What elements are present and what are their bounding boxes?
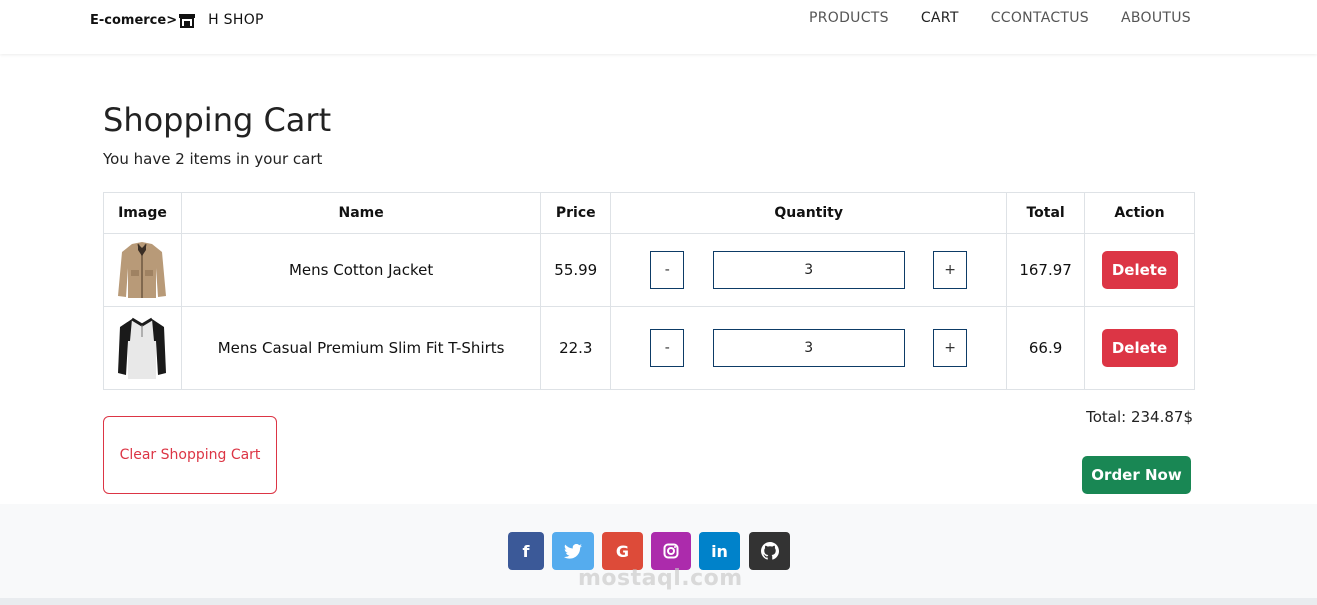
action-cell: Delete	[1084, 306, 1195, 390]
tshirt-image	[118, 317, 167, 379]
header-image: Image	[103, 192, 182, 234]
nav-products[interactable]: PRODUCTS	[809, 10, 889, 26]
cart-table: Image Name Price Quantity Total Action M…	[103, 192, 1195, 390]
shop-name: H SHOP	[208, 12, 264, 28]
header-price: Price	[540, 192, 612, 234]
quantity-stepper: - +	[611, 329, 1006, 367]
facebook-icon[interactable]: f	[508, 532, 544, 570]
navbar: E-comerce> H SHOP PRODUCTS CART CCONTACT…	[0, 0, 1317, 54]
clear-cart-button[interactable]: Clear Shopping Cart	[103, 416, 277, 494]
store-icon	[178, 12, 196, 28]
header-total: Total	[1006, 192, 1086, 234]
jacket-image	[118, 242, 167, 298]
product-image-cell	[103, 306, 182, 390]
watermark: mostaql.com	[578, 566, 743, 591]
quantity-stepper: - +	[611, 251, 1006, 289]
nav-cart[interactable]: CART	[921, 10, 959, 26]
brand[interactable]: E-comerce> H SHOP	[90, 11, 264, 29]
delete-button[interactable]: Delete	[1101, 251, 1178, 289]
quantity-cell: - +	[610, 306, 1008, 390]
product-name: Mens Cotton Jacket	[180, 233, 542, 307]
order-now-button[interactable]: Order Now	[1082, 456, 1191, 494]
delete-button[interactable]: Delete	[1101, 329, 1178, 367]
product-total: 66.9	[1006, 306, 1086, 390]
linkedin-icon[interactable]: in	[699, 532, 740, 570]
footer: f G in mostaql.com	[0, 504, 1317, 598]
product-total: 167.97	[1006, 233, 1086, 307]
increase-quantity-button[interactable]: +	[933, 251, 968, 289]
header-name: Name	[180, 192, 542, 234]
product-price: 55.99	[540, 233, 612, 307]
decrease-quantity-button[interactable]: -	[650, 329, 685, 367]
nav-links: PRODUCTS CART CCONTACTUS ABOUTUS	[777, 10, 1191, 26]
page-title: Shopping Cart	[103, 101, 332, 139]
instagram-icon[interactable]	[651, 532, 691, 570]
quantity-input[interactable]	[712, 251, 905, 289]
table-header-row: Image Name Price Quantity Total Action	[103, 192, 1195, 234]
action-cell: Delete	[1084, 233, 1195, 307]
increase-quantity-button[interactable]: +	[933, 329, 968, 367]
brand-text: E-comerce>	[90, 12, 178, 28]
footer-bottom-bar	[0, 598, 1317, 605]
product-image-cell	[103, 233, 182, 307]
table-row: Mens Cotton Jacket 55.99 - + 167.97 Dele…	[103, 233, 1195, 307]
quantity-input[interactable]	[712, 329, 905, 367]
twitter-icon[interactable]	[552, 532, 594, 570]
nav-aboutus[interactable]: ABOUTUS	[1121, 10, 1191, 26]
google-icon[interactable]: G	[602, 532, 643, 570]
header-action: Action	[1084, 192, 1195, 234]
quantity-cell: - +	[610, 233, 1008, 307]
header-quantity: Quantity	[610, 192, 1008, 234]
decrease-quantity-button[interactable]: -	[650, 251, 685, 289]
table-row: Mens Casual Premium Slim Fit T-Shirts 22…	[103, 306, 1195, 390]
product-name: Mens Casual Premium Slim Fit T-Shirts	[180, 306, 542, 390]
cart-total: Total: 234.87$	[1086, 408, 1193, 426]
product-price: 22.3	[540, 306, 612, 390]
github-icon[interactable]	[749, 532, 790, 570]
nav-contactus[interactable]: CCONTACTUS	[991, 10, 1089, 26]
social-links: f G in	[508, 532, 790, 570]
cart-count-text: You have 2 items in your cart	[103, 150, 323, 168]
